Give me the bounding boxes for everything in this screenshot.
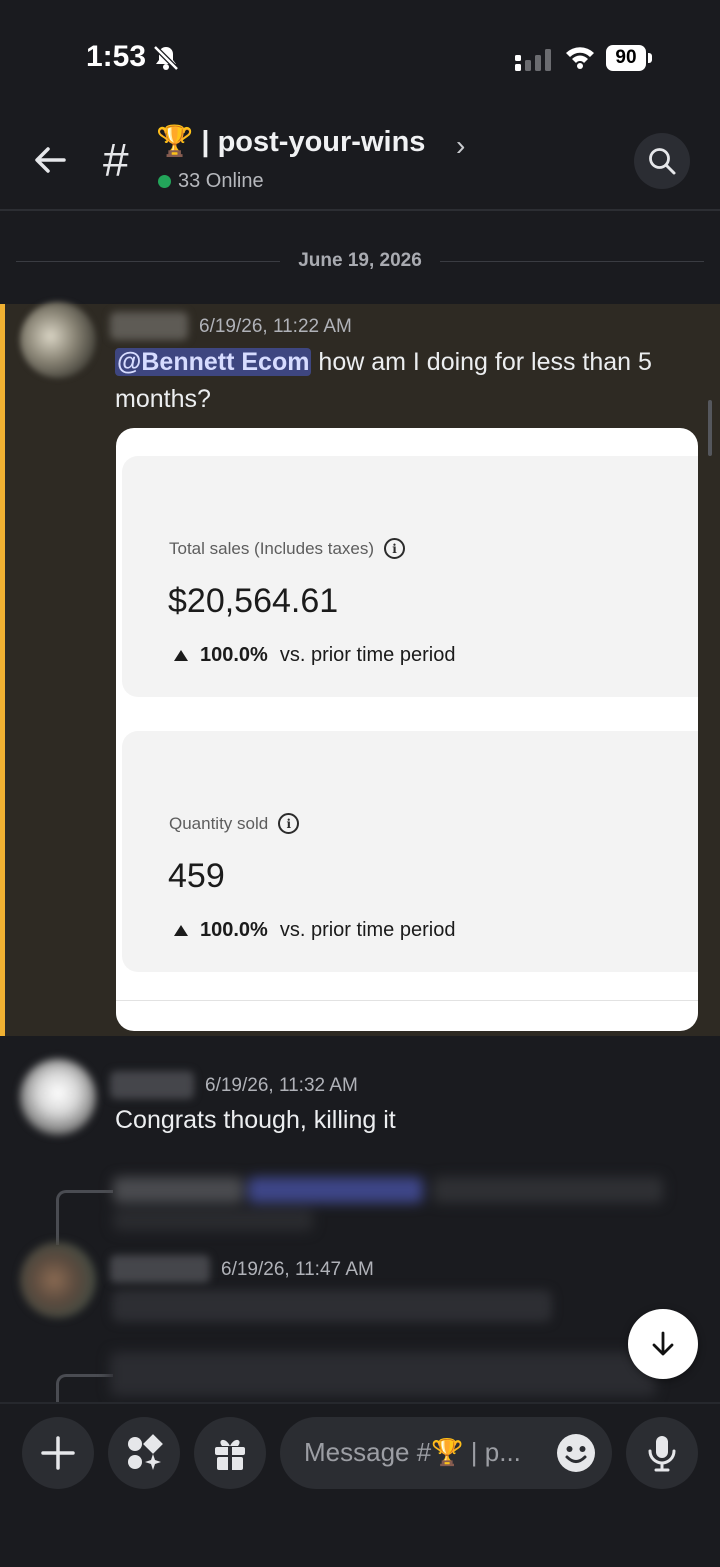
date-divider-line-left xyxy=(16,261,280,262)
cellular-signal-icon xyxy=(515,49,551,71)
wifi-icon xyxy=(566,47,594,69)
arrow-down-icon xyxy=(652,1331,674,1356)
battery-tip xyxy=(648,53,652,63)
voice-message-button[interactable] xyxy=(626,1417,698,1489)
stat-delta-percent: 100.0% xyxy=(200,644,268,666)
info-icon: i xyxy=(384,538,406,559)
stat-label: Quantity sold i xyxy=(169,813,300,834)
info-icon: i xyxy=(278,813,300,834)
stat-card-quantity-sold: Quantity sold i 459 100.0% vs. prior tim… xyxy=(122,731,698,972)
header-divider xyxy=(0,209,720,211)
jump-to-latest-button[interactable] xyxy=(628,1309,698,1379)
channel-name: | post-your-wins xyxy=(201,126,426,158)
stat-label: Total sales (Includes taxes) i xyxy=(169,538,406,559)
message-timestamp: 6/19/26, 11:47 AM xyxy=(221,1259,374,1280)
microphone-icon xyxy=(648,1436,676,1472)
channel-hash-icon: # xyxy=(103,134,129,186)
stat-value: $20,564.61 xyxy=(168,582,339,620)
up-triangle-icon xyxy=(174,650,188,661)
stat-delta: 100.0% vs. prior time period xyxy=(174,644,455,667)
online-count: 33 Online xyxy=(158,170,264,193)
avatar[interactable] xyxy=(20,1242,96,1318)
message-text: @Bennett Ecom how am I doing for less th… xyxy=(115,344,695,418)
stat-label-text: Quantity sold xyxy=(169,813,269,833)
emoji-button[interactable] xyxy=(556,1433,596,1473)
avatar[interactable] xyxy=(20,1059,96,1135)
reply-connector xyxy=(56,1190,113,1245)
chevron-right-icon[interactable]: › xyxy=(456,130,465,162)
up-triangle-icon xyxy=(174,925,188,936)
stat-delta: 100.0% vs. prior time period xyxy=(174,919,455,942)
username-redacted[interactable] xyxy=(110,312,188,340)
message-text: Congrats though, killing it xyxy=(115,1106,396,1134)
message-input-placeholder: Message #🏆 | p... xyxy=(304,1437,521,1467)
date-divider: June 19, 2026 xyxy=(298,250,422,271)
stat-card-total-sales: Total sales (Includes taxes) i $20,564.6… xyxy=(122,456,698,697)
stat-label-text: Total sales (Includes taxes) xyxy=(169,538,375,558)
message-timestamp: 6/19/26, 11:32 AM xyxy=(205,1075,358,1096)
channel-title[interactable]: 🏆 | post-your-wins xyxy=(156,124,425,159)
avatar[interactable] xyxy=(20,302,96,378)
trophy-icon: 🏆 xyxy=(156,125,194,158)
stat-value: 459 xyxy=(168,857,225,895)
stat-delta-percent: 100.0% xyxy=(200,919,268,941)
search-icon xyxy=(649,148,676,175)
battery-indicator: 90 xyxy=(606,45,646,71)
username-redacted[interactable] xyxy=(110,1255,210,1283)
bell-off-icon xyxy=(153,45,179,71)
apps-icon xyxy=(128,1434,163,1470)
back-arrow-icon[interactable] xyxy=(30,140,70,180)
mention-highlight-bar xyxy=(0,304,5,1036)
date-divider-line-right xyxy=(440,261,704,262)
reply-preview-redacted[interactable] xyxy=(110,1352,656,1396)
stat-delta-suffix: vs. prior time period xyxy=(279,644,456,666)
user-mention[interactable]: @Bennett Ecom xyxy=(115,348,312,376)
apps-button[interactable] xyxy=(108,1417,180,1489)
search-button[interactable] xyxy=(634,133,690,189)
status-time: 1:53 xyxy=(86,40,147,73)
message-timestamp: 6/19/26, 11:22 AM xyxy=(199,316,352,337)
online-dot-icon xyxy=(158,175,171,188)
gift-icon xyxy=(215,1439,245,1470)
plus-icon xyxy=(41,1436,75,1470)
add-attachment-button[interactable] xyxy=(22,1417,94,1489)
message-text-redacted xyxy=(112,1290,552,1322)
scrollbar-thumb[interactable] xyxy=(708,400,712,456)
attachment-divider xyxy=(116,1000,698,1001)
username-redacted[interactable] xyxy=(110,1071,194,1099)
image-attachment[interactable]: Total sales (Includes taxes) i $20,564.6… xyxy=(116,428,698,1031)
gift-button[interactable] xyxy=(194,1417,266,1489)
online-text: 33 Online xyxy=(178,170,264,192)
emoji-icon xyxy=(557,1434,595,1472)
reply-preview-redacted[interactable] xyxy=(113,1167,673,1235)
stat-delta-suffix: vs. prior time period xyxy=(279,919,456,941)
